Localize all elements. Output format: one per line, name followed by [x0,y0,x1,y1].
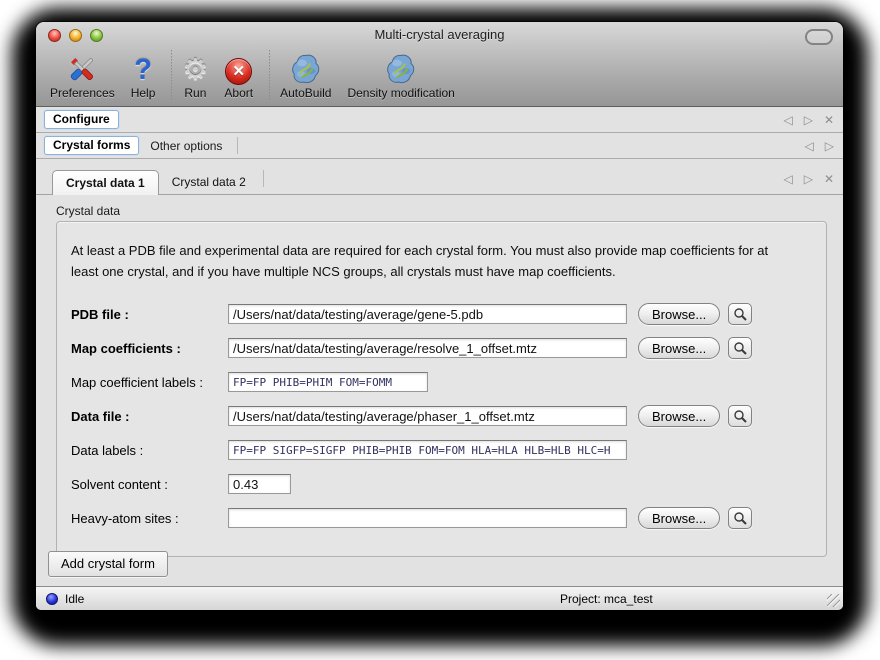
status-text: Idle [65,592,84,606]
notebook-configure-tabbar: Configure ◁ ▷ ✕ [36,107,843,133]
form-row-map-coefficients: Map coefficients : Browse... [71,331,812,365]
pdb-file-input[interactable] [228,304,627,324]
protein-model-icon [385,49,417,85]
scroll-tabs-right-icon[interactable]: ▷ [804,173,813,185]
tab-nav-cluster: ◁ ▷ ✕ [783,114,834,126]
tab-crystal-forms[interactable]: Crystal forms [44,136,139,155]
form-row-data-file: Data file : Browse... [71,399,812,433]
toolbar-label-autobuild: AutoBuild [280,86,331,100]
status-bar: Idle Project: mca_test [36,586,843,610]
field-label: Data file : [71,409,228,424]
crystal-data-groupbox: At least a PDB file and experimental dat… [56,221,827,557]
field-label: Map coefficients : [71,341,228,356]
tab-nav-cluster: ◁ ▷ [805,140,834,152]
window-chrome: Multi-crystal averaging [36,22,843,107]
heavy-atom-sites-input[interactable] [228,508,627,528]
traffic-lights [48,29,103,42]
add-crystal-form-button[interactable]: Add crystal form [48,551,168,577]
toolbar-label-help: Help [131,86,156,100]
magnifier-icon [733,511,748,526]
tab-divider [237,137,238,154]
inspect-file-button[interactable] [728,303,752,325]
scroll-tabs-left-icon[interactable]: ◁ [805,140,814,152]
tab-crystal-data-2[interactable]: Crystal data 2 [159,170,259,194]
status-indicator-icon [46,593,58,605]
gear-icon: ⚙ [182,49,208,85]
magnifier-icon [733,307,748,322]
main-content: Configure ◁ ▷ ✕ Crystal forms Other opti… [36,107,843,587]
groupbox-title: Crystal data [56,204,843,218]
solvent-content-input[interactable] [228,474,291,494]
toolbar-button-run[interactable]: ⚙ Run [182,49,208,100]
scroll-tabs-left-icon[interactable]: ◁ [783,114,792,126]
toolbar-toggle-button[interactable] [805,29,833,45]
titlebar[interactable]: Multi-crystal averaging [36,22,843,47]
magnifier-icon [733,341,748,356]
notebook-crystal-data-tabbar: Crystal data 1 Crystal data 2 ◁ ▷ ✕ [36,163,843,195]
tab-nav-cluster: ◁ ▷ ✕ [783,173,834,185]
browse-button[interactable]: Browse... [638,337,720,359]
browse-button[interactable]: Browse... [638,507,720,529]
form-row-heavy-atom-sites: Heavy-atom sites : Browse... [71,501,812,535]
toolbar-label-preferences: Preferences [50,86,115,100]
inspect-file-button[interactable] [728,337,752,359]
data-file-input[interactable] [228,406,627,426]
toolbar-button-help[interactable]: ? Help [131,49,156,100]
inspect-file-button[interactable] [728,405,752,427]
scroll-tabs-right-icon[interactable]: ▷ [804,114,813,126]
description-text: At least a PDB file and experimental dat… [71,240,812,282]
tab-divider [263,170,264,187]
notebook-forms-tabbar: Crystal forms Other options ◁ ▷ [36,133,843,159]
scroll-tabs-right-icon[interactable]: ▷ [825,140,834,152]
tab-configure[interactable]: Configure [44,110,119,129]
form-row-data-labels: Data labels : [71,433,812,467]
tools-icon [66,49,98,85]
app-window: Multi-crystal averaging [36,22,843,610]
toolbar: Preferences ? Help ⚙ Run [36,47,843,105]
form-row-map-coefficient-labels: Map coefficient labels : [71,365,812,399]
scroll-tabs-left-icon[interactable]: ◁ [783,173,792,185]
close-window-button[interactable] [48,29,61,42]
minimize-window-button[interactable] [69,29,82,42]
browse-button[interactable]: Browse... [638,303,720,325]
project-label: Project: mca_test [560,592,653,606]
toolbar-separator [269,50,270,100]
toolbar-button-autobuild[interactable]: AutoBuild [280,49,331,100]
map-coefficient-labels-input[interactable] [228,372,428,392]
field-label: Heavy-atom sites : [71,511,228,526]
field-label: Map coefficient labels : [71,375,228,390]
data-labels-input[interactable] [228,440,627,460]
tab-crystal-data-1[interactable]: Crystal data 1 [52,170,159,195]
tab-other-options[interactable]: Other options [139,137,233,155]
screenshot-canvas: Multi-crystal averaging [0,0,880,660]
field-label: Data labels : [71,443,228,458]
toolbar-label-abort: Abort [224,86,253,100]
toolbar-label-density-modification: Density modification [347,86,454,100]
form-row-pdb-file: PDB file : Browse... [71,297,812,331]
magnifier-icon [733,409,748,424]
map-coefficients-input[interactable] [228,338,627,358]
toolbar-button-density-modification[interactable]: Density modification [347,49,454,100]
close-tab-icon[interactable]: ✕ [824,114,834,126]
form-row-solvent-content: Solvent content : [71,467,812,501]
protein-model-icon [290,49,322,85]
toolbar-separator [171,50,172,100]
resize-grip[interactable] [827,594,840,607]
browse-button[interactable]: Browse... [638,405,720,427]
zoom-window-button[interactable] [90,29,103,42]
toolbar-label-run: Run [184,86,206,100]
field-label: Solvent content : [71,477,228,492]
question-mark-icon: ? [134,49,152,85]
field-label: PDB file : [71,307,228,322]
toolbar-button-abort[interactable]: ✕ Abort [224,49,253,100]
close-tab-icon[interactable]: ✕ [824,173,834,185]
abort-stop-icon: ✕ [225,49,252,85]
toolbar-button-preferences[interactable]: Preferences [50,49,115,100]
window-title: Multi-crystal averaging [36,22,843,48]
inspect-file-button[interactable] [728,507,752,529]
